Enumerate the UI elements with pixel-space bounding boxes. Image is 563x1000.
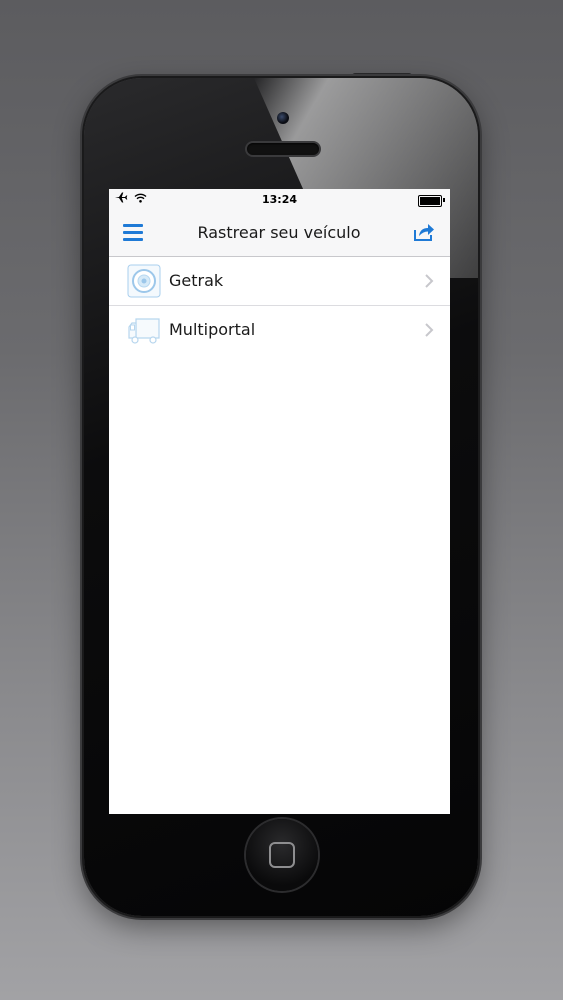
share-icon[interactable] bbox=[413, 222, 435, 242]
home-button[interactable] bbox=[246, 819, 318, 891]
menu-line bbox=[123, 231, 143, 234]
chevron-right-icon bbox=[425, 323, 434, 337]
menu-icon[interactable] bbox=[123, 224, 143, 242]
front-camera bbox=[277, 112, 289, 124]
chevron-right-icon bbox=[425, 274, 434, 288]
list-item-label: Getrak bbox=[169, 271, 224, 290]
battery-nub bbox=[443, 198, 445, 202]
navigation-bar: Rastrear seu veículo bbox=[109, 210, 450, 257]
truck-icon bbox=[128, 318, 160, 344]
battery-icon bbox=[418, 195, 445, 207]
earpiece-speaker bbox=[247, 143, 319, 155]
page-title: Rastrear seu veículo bbox=[197, 223, 361, 242]
list-item-multiportal[interactable]: Multiportal bbox=[109, 306, 450, 354]
battery-fill bbox=[420, 197, 440, 205]
list-item-getrak[interactable]: Getrak bbox=[109, 257, 450, 306]
menu-line bbox=[123, 238, 143, 241]
provider-list: Getrak Multiportal bbox=[109, 257, 450, 354]
getrak-logo-icon bbox=[127, 264, 161, 298]
home-button-square-icon bbox=[269, 842, 295, 868]
status-time: 13:24 bbox=[261, 193, 297, 206]
app-screen: 13:24 Rastrear seu veículo Getrak Multip… bbox=[109, 189, 450, 814]
list-item-label: Multiportal bbox=[169, 320, 256, 339]
status-bar: 13:24 bbox=[109, 189, 450, 210]
menu-line bbox=[123, 224, 143, 227]
